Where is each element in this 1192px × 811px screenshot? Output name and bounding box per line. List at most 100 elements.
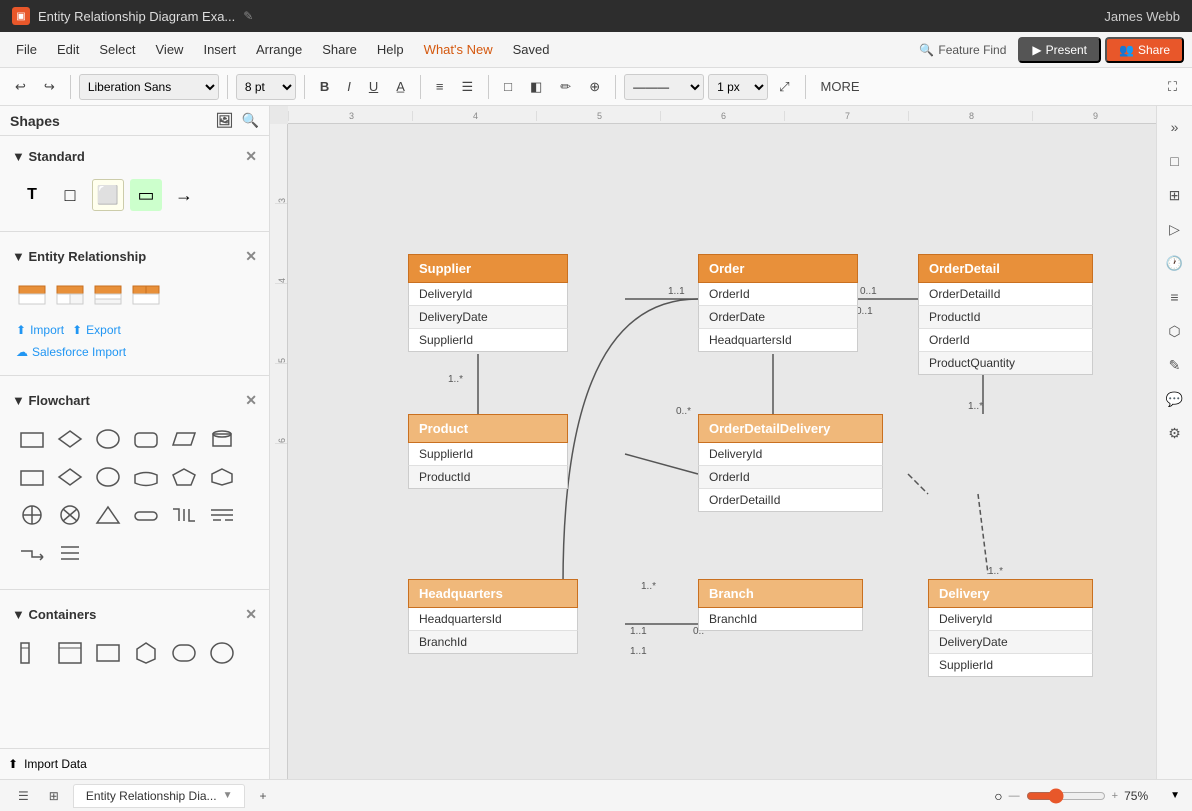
export-button[interactable]: ⬆ Export (72, 323, 121, 337)
entity-order[interactable]: Order OrderId OrderDate HeadquartersId (698, 254, 858, 352)
fc-rect2[interactable] (16, 461, 48, 493)
canvas-area[interactable]: 3 4 5 6 7 8 9 3 4 5 6 (270, 106, 1156, 779)
edit-icon[interactable]: ✎ (243, 9, 253, 23)
import-button[interactable]: ⬆ Import (16, 323, 64, 337)
fc-cross[interactable] (16, 499, 48, 531)
format-button[interactable]: □ (1162, 148, 1188, 174)
entity-supplier[interactable]: Supplier DeliveryId DeliveryDate Supplie… (408, 254, 568, 352)
menu-help[interactable]: Help (369, 38, 412, 61)
fc-rect[interactable] (16, 423, 48, 455)
share-button[interactable]: 👥 Share (1105, 37, 1184, 63)
bold-button[interactable]: B (313, 75, 336, 98)
feature-find[interactable]: 🔍 Feature Find (919, 43, 1006, 57)
menu-edit[interactable]: Edit (49, 38, 87, 61)
undo-button[interactable]: ↩ (8, 75, 33, 99)
comments-button[interactable]: 💬 (1162, 386, 1188, 412)
fc-trident[interactable] (168, 499, 200, 531)
image-icon[interactable]: 🖼 (216, 112, 234, 129)
cont-1[interactable] (16, 637, 48, 669)
entity-orderdetail[interactable]: OrderDetail OrderDetailId ProductId Orde… (918, 254, 1093, 375)
entity-headquarters[interactable]: Headquarters HeadquartersId BranchId (408, 579, 578, 654)
collapse-right-button[interactable]: » (1162, 114, 1188, 140)
tab-dropdown-icon[interactable]: ▼ (223, 790, 233, 801)
fc-circle[interactable] (92, 423, 124, 455)
fc-parallelogram[interactable] (168, 423, 200, 455)
containers-close[interactable]: ✕ (245, 606, 257, 623)
entity-branch[interactable]: Branch BranchId (698, 579, 863, 631)
menu-arrange[interactable]: Arrange (248, 38, 310, 61)
fc-pentagon[interactable] (168, 461, 200, 493)
cont-5[interactable] (168, 637, 200, 669)
import-data-button[interactable]: ⬆ Import Data (0, 748, 269, 779)
waypoint-button[interactable]: ⤢ (772, 75, 796, 99)
fc-hexagon[interactable] (206, 461, 238, 493)
zoom-slider[interactable] (1026, 788, 1106, 804)
menu-whats-new[interactable]: What's New (416, 38, 501, 61)
rect-shape[interactable]: □ (54, 179, 86, 211)
shapes-panel-button[interactable]: ⬡ (1162, 318, 1188, 344)
layers-button[interactable]: ≡ (1162, 284, 1188, 310)
cont-6[interactable] (206, 637, 238, 669)
present-button[interactable]: ▶ Present (1018, 37, 1101, 63)
fc-circle2[interactable] (92, 461, 124, 493)
fc-connector[interactable] (16, 537, 48, 569)
fill-color-button[interactable]: ◧ (523, 75, 549, 99)
er-close[interactable]: ✕ (245, 248, 257, 265)
fc-diamond[interactable] (54, 423, 86, 455)
present-panel-button[interactable]: ▷ (1162, 216, 1188, 242)
flowchart-close[interactable]: ✕ (245, 392, 257, 409)
settings-button[interactable]: ⚙ (1162, 420, 1188, 446)
connection-style-button[interactable]: ⊕ (582, 75, 607, 99)
menu-view[interactable]: View (148, 38, 192, 61)
text-shape[interactable]: T (16, 179, 48, 211)
shape-fill-button[interactable]: □ (497, 75, 519, 98)
align-left-button[interactable]: ≡ (429, 75, 451, 98)
er-shape-1[interactable] (16, 279, 48, 311)
text-align-button[interactable]: ☰ (454, 75, 480, 99)
font-family-select[interactable]: Liberation Sans (79, 74, 219, 100)
note-shape[interactable]: ⬜ (92, 179, 124, 211)
cont-4[interactable] (130, 637, 162, 669)
menu-file[interactable]: File (8, 38, 45, 61)
fc-bars[interactable] (54, 537, 86, 569)
stroke-width-select[interactable]: 1 px 2 px (708, 74, 768, 100)
list-view-button[interactable]: ☰ (12, 787, 35, 805)
grid-view-button[interactable]: ⊞ (43, 787, 65, 805)
standard-close[interactable]: ✕ (245, 148, 257, 165)
add-page-button[interactable]: + (253, 787, 272, 805)
line-color-button[interactable]: ✏ (553, 75, 578, 99)
stroke-style-select[interactable]: ——— - - - (624, 74, 704, 100)
arrow-shape[interactable]: → (168, 179, 200, 211)
history-button[interactable]: 🕐 (1162, 250, 1188, 276)
fc-arrow-ends[interactable] (206, 499, 238, 531)
menu-select[interactable]: Select (91, 38, 143, 61)
edit-panel-button[interactable]: ✎ (1162, 352, 1188, 378)
entity-orderdetaildelivery[interactable]: OrderDetailDelivery DeliveryId OrderId O… (698, 414, 883, 512)
entity-delivery[interactable]: Delivery DeliveryId DeliveryDate Supplie… (928, 579, 1093, 677)
er-shape-2[interactable] (54, 279, 86, 311)
table-button[interactable]: ⊞ (1162, 182, 1188, 208)
fullscreen-button[interactable]: ⛶ (1161, 75, 1184, 99)
fc-triangle[interactable] (92, 499, 124, 531)
cont-3[interactable] (92, 637, 124, 669)
fc-arrow2[interactable] (130, 499, 162, 531)
callout-shape[interactable]: ▭ (130, 179, 162, 211)
fc-diamond2[interactable] (54, 461, 86, 493)
er-shape-4[interactable] (130, 279, 162, 311)
zoom-out-icon[interactable]: ○ (994, 788, 1002, 804)
diagram-canvas[interactable]: 1..1 0..1 0..1 1..* 0..* 0..* 1..* 1..1 … (288, 124, 1156, 779)
italic-button[interactable]: I (340, 75, 358, 98)
er-shape-3[interactable] (92, 279, 124, 311)
fc-rounded[interactable] (130, 423, 162, 455)
more-button[interactable]: MORE (814, 75, 867, 98)
search-icon[interactable]: 🔍 (242, 112, 259, 129)
font-size-select[interactable]: 8 pt 10 pt 12 pt (236, 74, 296, 100)
fc-cylinder[interactable] (206, 423, 238, 455)
menu-share[interactable]: Share (314, 38, 365, 61)
cont-2[interactable] (54, 637, 86, 669)
menu-insert[interactable]: Insert (195, 38, 244, 61)
redo-button[interactable]: ↪ (37, 75, 62, 99)
font-color-button[interactable]: A̲ (389, 75, 412, 98)
fc-tape[interactable] (130, 461, 162, 493)
salesforce-import-button[interactable]: ☁ Salesforce Import (8, 341, 261, 363)
